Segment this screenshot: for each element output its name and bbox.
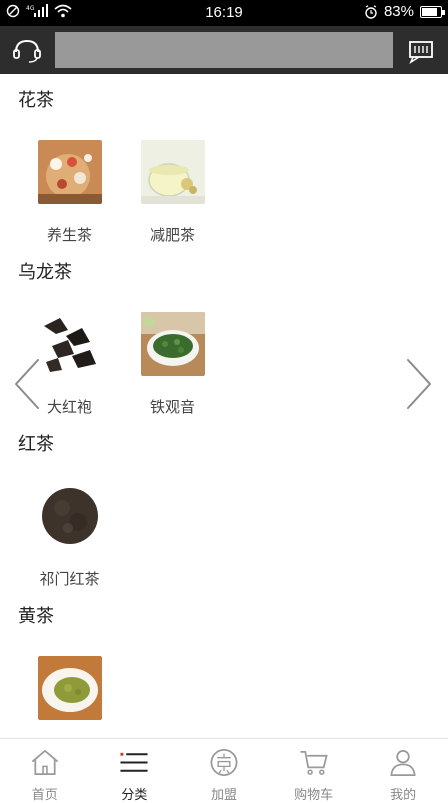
- flower-tea-photo: [37, 140, 102, 204]
- keemun-black-tea-photo: [37, 484, 102, 548]
- product-item[interactable]: 养生茶: [18, 130, 121, 246]
- slimming-tea-photo: [140, 140, 205, 204]
- tab-join[interactable]: 加盟: [179, 739, 269, 803]
- tab-home[interactable]: 首页: [0, 739, 90, 803]
- chevron-right-icon[interactable]: [402, 356, 436, 412]
- message-icon[interactable]: [408, 36, 434, 64]
- product-row: 养生茶 减肥茶: [0, 130, 448, 246]
- product-label: 大红袍: [46, 398, 92, 416]
- product-row: [0, 646, 448, 738]
- status-right-icons: 83%: [364, 3, 445, 20]
- tab-cart[interactable]: 购物车: [269, 739, 359, 803]
- cart-icon: [300, 750, 328, 775]
- tab-label: 购物车: [294, 788, 334, 803]
- tab-mine[interactable]: 我的: [358, 739, 448, 803]
- product-row: 祁门红茶: [0, 474, 448, 590]
- product-label: 铁观音: [149, 398, 195, 416]
- dahongpao-leaves-photo: [37, 312, 102, 376]
- section-title: 黄茶: [18, 606, 54, 627]
- section-title: 乌龙茶: [18, 262, 72, 283]
- tab-category[interactable]: 分类: [90, 739, 180, 803]
- category-content: 花茶 养生茶 减肥茶 乌龙茶 大红袍 铁观音 红茶 祁门红茶 黄茶: [0, 74, 448, 738]
- battery-icon: [420, 5, 445, 18]
- search-input[interactable]: [55, 32, 393, 68]
- alarm-icon: [365, 4, 377, 19]
- category-section: 乌龙茶 大红袍 铁观音: [0, 246, 448, 418]
- tab-label: 首页: [31, 788, 58, 803]
- join-icon: [210, 749, 238, 776]
- tab-label: 我的: [390, 788, 417, 803]
- section-title: 花茶: [18, 90, 54, 111]
- tab-label: 加盟: [210, 788, 237, 803]
- yellow-tea-plate-photo: [37, 656, 102, 720]
- product-item[interactable]: [18, 646, 121, 738]
- battery-percent: 83%: [383, 3, 414, 20]
- status-bar: 4G 16:19 83%: [0, 0, 448, 26]
- tab-label: 分类: [121, 788, 148, 803]
- home-icon: [31, 749, 58, 775]
- top-header: [0, 26, 448, 74]
- product-label: 减肥茶: [149, 226, 195, 244]
- product-item[interactable]: 祁门红茶: [18, 474, 121, 590]
- product-row: 大红袍 铁观音: [0, 302, 448, 418]
- chevron-left-icon[interactable]: [10, 356, 44, 412]
- category-section: 黄茶: [0, 590, 448, 738]
- tieguanyin-bowl-photo: [140, 312, 205, 376]
- section-title: 红茶: [18, 434, 54, 455]
- category-section: 红茶 祁门红茶: [0, 418, 448, 590]
- product-label: 祁门红茶: [39, 570, 100, 588]
- customer-service-icon[interactable]: [12, 36, 42, 64]
- product-label: 养生茶: [46, 226, 92, 244]
- product-item[interactable]: 减肥茶: [121, 130, 224, 246]
- product-item[interactable]: 铁观音: [121, 302, 224, 418]
- category-section: 花茶 养生茶 减肥茶: [0, 74, 448, 246]
- user-icon: [390, 750, 416, 776]
- category-icon: [120, 752, 148, 772]
- bottom-tab-bar: 首页 分类 加盟 购物车 我的: [0, 738, 448, 803]
